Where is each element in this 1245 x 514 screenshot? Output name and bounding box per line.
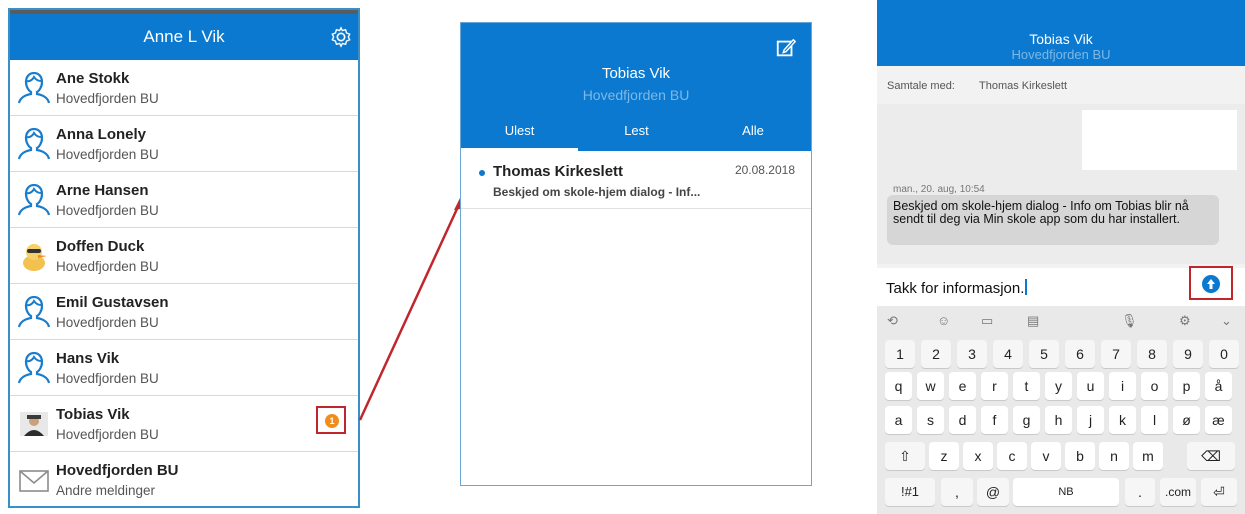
message-timestamp: man., 20. aug, 10:54 bbox=[893, 184, 985, 195]
enter-key[interactable]: ⏎ bbox=[1201, 478, 1237, 506]
space-key[interactable]: NB bbox=[1013, 478, 1119, 506]
arrow-up-icon bbox=[1207, 279, 1215, 289]
key-n[interactable]: n bbox=[1099, 442, 1129, 470]
key-4[interactable]: 4 bbox=[993, 340, 1023, 368]
key-g[interactable]: g bbox=[1013, 406, 1040, 434]
key-u[interactable]: u bbox=[1077, 372, 1104, 400]
key-d[interactable]: d bbox=[949, 406, 976, 434]
key-5[interactable]: 5 bbox=[1029, 340, 1059, 368]
chat-header: Tobias Vik Hovedfjorden BU bbox=[877, 0, 1245, 66]
key-x[interactable]: x bbox=[963, 442, 993, 470]
tab-alle[interactable]: Alle bbox=[695, 123, 811, 151]
message-preview: Beskjed om skole-hjem dialog - Inf... bbox=[493, 185, 701, 199]
clipboard-icon[interactable]: ▤ bbox=[1027, 313, 1039, 329]
key-r[interactable]: r bbox=[981, 372, 1008, 400]
message-row[interactable]: Thomas Kirkeslett 20.08.2018 Beskjed om … bbox=[461, 151, 811, 209]
chat-panel: Tobias Vik Hovedfjorden BU Samtale med: … bbox=[877, 0, 1245, 514]
symbols-key[interactable]: !#1 bbox=[885, 478, 935, 506]
key-b[interactable]: b bbox=[1065, 442, 1095, 470]
conversation-partner: Thomas Kirkeslett bbox=[979, 80, 1068, 92]
student-org: Hovedfjorden BU bbox=[1011, 47, 1111, 62]
translate-icon[interactable]: ⟲ bbox=[887, 313, 898, 329]
key-c[interactable]: c bbox=[997, 442, 1027, 470]
shift-key[interactable]: ⇧ bbox=[885, 442, 925, 470]
reply-text: Takk for informasjon. bbox=[886, 280, 1025, 297]
key-1[interactable]: 1 bbox=[885, 340, 915, 368]
tab-lest[interactable]: Lest bbox=[578, 123, 695, 151]
message-date: 20.08.2018 bbox=[734, 163, 795, 177]
at-key[interactable]: @ bbox=[977, 478, 1009, 506]
send-highlight bbox=[1189, 266, 1233, 300]
student-org: Hovedfjorden BU bbox=[582, 87, 690, 103]
period-key[interactable]: . bbox=[1125, 478, 1155, 506]
key-aa[interactable]: å bbox=[1205, 372, 1232, 400]
key-9[interactable]: 9 bbox=[1173, 340, 1203, 368]
key-8[interactable]: 8 bbox=[1137, 340, 1167, 368]
key-q[interactable]: q bbox=[885, 372, 912, 400]
key-a[interactable]: a bbox=[885, 406, 912, 434]
key-6[interactable]: 6 bbox=[1065, 340, 1095, 368]
key-j[interactable]: j bbox=[1077, 406, 1104, 434]
key-p[interactable]: p bbox=[1173, 372, 1200, 400]
compose-icon[interactable] bbox=[775, 37, 797, 59]
key-t[interactable]: t bbox=[1013, 372, 1040, 400]
send-button[interactable] bbox=[1202, 275, 1220, 293]
key-w[interactable]: w bbox=[917, 372, 944, 400]
key-k[interactable]: k bbox=[1109, 406, 1136, 434]
comma-key[interactable]: , bbox=[941, 478, 973, 506]
student-name: Tobias Vik bbox=[601, 65, 671, 82]
key-s[interactable]: s bbox=[917, 406, 944, 434]
emoji-icon[interactable]: ☺ bbox=[937, 313, 950, 328]
backspace-key[interactable]: ⌫ bbox=[1187, 442, 1235, 470]
key-i[interactable]: i bbox=[1109, 372, 1136, 400]
key-oe[interactable]: ø bbox=[1173, 406, 1200, 434]
key-y[interactable]: y bbox=[1045, 372, 1072, 400]
inbox-panel: Tobias Vik Hovedfjorden BU Ulest Lest Al… bbox=[460, 22, 812, 486]
key-3[interactable]: 3 bbox=[957, 340, 987, 368]
key-o[interactable]: o bbox=[1141, 372, 1168, 400]
key-z[interactable]: z bbox=[929, 442, 959, 470]
student-name: Tobias Vik bbox=[1029, 31, 1093, 47]
unread-dot bbox=[479, 170, 485, 176]
key-2[interactable]: 2 bbox=[921, 340, 951, 368]
message-bubble: Beskjed om skole-hjem dialog - Info om T… bbox=[887, 195, 1219, 245]
keyboard-toolbar: ⟲ ☺ ▭ ▤ 🎙 ⚙ ⌄ bbox=[877, 306, 1245, 338]
message-sender: Thomas Kirkeslett bbox=[493, 163, 624, 180]
key-f[interactable]: f bbox=[981, 406, 1008, 434]
key-h[interactable]: h bbox=[1045, 406, 1072, 434]
inbox-header: Tobias Vik Hovedfjorden BU bbox=[461, 23, 811, 123]
key-ae[interactable]: æ bbox=[1205, 406, 1232, 434]
text-caret bbox=[1025, 279, 1027, 295]
key-7[interactable]: 7 bbox=[1101, 340, 1131, 368]
sticker-icon[interactable]: ▭ bbox=[981, 313, 993, 329]
microphone-icon[interactable]: 🎙 bbox=[1121, 313, 1138, 329]
conversation-label: Samtale med: bbox=[887, 80, 955, 92]
key-l[interactable]: l bbox=[1141, 406, 1168, 434]
chat-card bbox=[1082, 110, 1237, 170]
keyboard: ⟲ ☺ ▭ ▤ 🎙 ⚙ ⌄ 1 2 3 4 5 6 7 8 9 0 q w e … bbox=[877, 306, 1245, 514]
key-e[interactable]: e bbox=[949, 372, 976, 400]
conversation-with: Samtale med: Thomas Kirkeslett bbox=[877, 66, 1245, 105]
gear-icon[interactable]: ⚙ bbox=[1179, 313, 1191, 329]
key-m[interactable]: m bbox=[1133, 442, 1163, 470]
dotcom-key[interactable]: .com bbox=[1160, 478, 1196, 506]
inbox-tabs: Ulest Lest Alle bbox=[461, 123, 811, 151]
key-v[interactable]: v bbox=[1031, 442, 1061, 470]
tab-ulest[interactable]: Ulest bbox=[461, 123, 578, 151]
key-0[interactable]: 0 bbox=[1209, 340, 1239, 368]
chevron-down-icon[interactable]: ⌄ bbox=[1221, 313, 1232, 329]
